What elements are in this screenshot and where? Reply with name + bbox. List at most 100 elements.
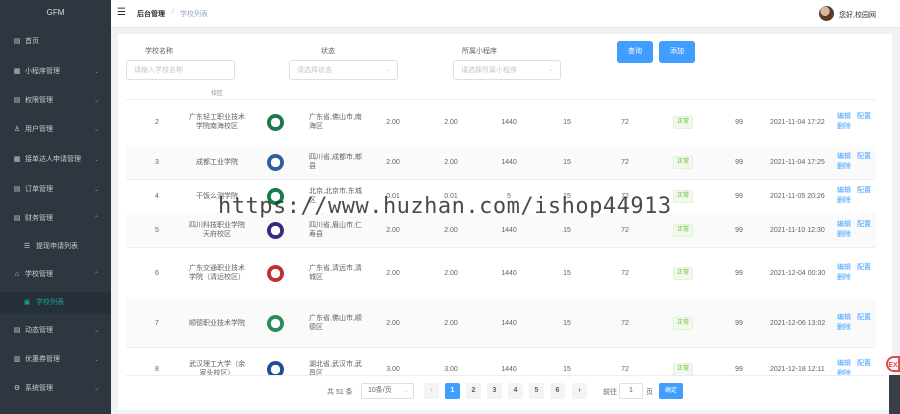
status-badge: 正常 (672, 155, 693, 169)
edit-link[interactable]: 编辑 (837, 314, 851, 321)
menu-toggle-icon[interactable]: ☰ (117, 8, 126, 18)
cell-school-name-text: 成都工业学院 (196, 158, 238, 166)
delete-link[interactable]: 删除 (837, 163, 851, 170)
sidebar-item-2[interactable]: ▦ 小程序管理 ⌄ (0, 61, 111, 83)
cell-operations: 编辑 配置 删除 (837, 247, 881, 299)
school-name-input[interactable] (127, 61, 234, 79)
cell-value-2-text: 2.00 (444, 226, 458, 234)
school-name-label: 学校名称 (145, 48, 173, 55)
query-button[interactable]: 查询 (617, 41, 653, 63)
delete-link[interactable]: 删除 (837, 231, 851, 238)
cell-value-1-text: 3.00 (386, 365, 400, 373)
status-badge: 正常 (672, 266, 693, 280)
delete-link[interactable]: 删除 (837, 123, 851, 130)
cell-value-5: 72 (596, 213, 654, 247)
sidebar-item-10[interactable]: ▣ 学校列表 (0, 292, 111, 314)
config-link[interactable]: 配置 (857, 187, 871, 194)
sidebar-item-11[interactable]: ▤ 动态管理 ⌄ (0, 320, 111, 342)
config-link[interactable]: 配置 (857, 113, 871, 120)
sidebar-item-label: 系统管理 (25, 385, 53, 392)
row-actions: 编辑 配置 删除 (837, 152, 877, 172)
school-name-field[interactable] (126, 60, 235, 80)
sidebar-item-6[interactable]: ▤ 订单管理 ⌄ (0, 179, 111, 201)
sidebar-item-5[interactable]: ▦ 接单达人申请管理 ⌄ (0, 149, 111, 171)
edit-link[interactable]: 编辑 (837, 221, 851, 228)
breadcrumb-root[interactable]: 后台管理 (137, 9, 165, 19)
row-actions-line: 编辑 配置 (837, 112, 877, 122)
cell-value-3-text: 1440 (501, 365, 517, 373)
page-button-4[interactable]: 4 (508, 383, 523, 399)
cell-value-4-text: 15 (563, 319, 571, 327)
page-button-3[interactable]: 3 (487, 383, 502, 399)
page-button-1[interactable]: 1 (445, 383, 460, 399)
side-floating-badge[interactable]: EX (886, 356, 900, 372)
chevron-down-icon: ⌄ (403, 388, 408, 394)
page-button-5[interactable]: 5 (529, 383, 544, 399)
sidebar-item-8[interactable]: ☰ 提现申请列表 (0, 236, 111, 258)
cell-created-time-text: 2021-11-04 17:25 (770, 158, 825, 166)
school-logo-image (266, 153, 284, 171)
cell-region: 北京,北京市,东城区 (309, 179, 364, 213)
sidebar-item-3[interactable]: ▤ 权限管理 ⌄ (0, 90, 111, 112)
sidebar-item-13[interactable]: ⚙ 系统管理 ⌄ (0, 378, 111, 400)
page-button-2[interactable]: 2 (466, 383, 481, 399)
cell-status: 正常 (654, 179, 712, 213)
sidebar-item-1[interactable]: ▤ 首页 (0, 31, 111, 53)
row-actions: 编辑 配置 删除 (837, 263, 877, 283)
sidebar-item-12[interactable]: ▥ 优惠券管理 ⌄ (0, 349, 111, 371)
prev-page-button[interactable]: ‹ (424, 383, 439, 399)
config-link[interactable]: 配置 (857, 314, 871, 321)
sidebar-item-7[interactable]: ▤ 财务管理 ⌃ (0, 208, 111, 230)
program-select[interactable]: ⌄ (453, 60, 561, 80)
cell-created-time: 2021-12-04 00:30 (770, 247, 826, 299)
cell-value-4-text: 15 (563, 118, 571, 126)
cell-school-name: 广东交通职业技术学院（清远校区） (188, 247, 246, 299)
cell-value-2-text: 2.00 (444, 118, 458, 126)
config-link[interactable]: 配置 (857, 153, 871, 160)
avatar[interactable] (819, 6, 834, 21)
cell-value-4: 15 (538, 347, 596, 375)
config-link[interactable]: 配置 (857, 264, 871, 271)
cell-value-1-text: 0.01 (386, 192, 400, 200)
delete-link[interactable]: 删除 (837, 197, 851, 204)
edit-link[interactable]: 编辑 (837, 360, 851, 367)
edit-link[interactable]: 编辑 (837, 264, 851, 271)
table-row: 5 四川科技职业学院天府校区 四川省,眉山市,仁寿县 2.00 2.00 1440 15 72… (126, 213, 876, 248)
status-select-input[interactable] (290, 61, 397, 79)
page-button-6[interactable]: 6 (550, 383, 565, 399)
cell-value-3-text: 1440 (501, 226, 517, 234)
cell-created-time: 2021-11-04 17:22 (770, 99, 826, 145)
edit-link[interactable]: 编辑 (837, 153, 851, 160)
next-page-button[interactable]: › (572, 383, 587, 399)
status-select[interactable]: ⌄ (289, 60, 398, 80)
sidebar-item-label: 用户管理 (25, 126, 53, 133)
cell-value-3-text: 1440 (501, 319, 517, 327)
breadcrumb-current: 学校列表 (180, 11, 208, 18)
cell-value-3-text: 1440 (501, 118, 517, 126)
config-link[interactable]: 配置 (857, 221, 871, 228)
cell-value-4: 15 (538, 299, 596, 347)
config-link[interactable]: 配置 (857, 360, 871, 367)
page-size-select[interactable]: 10条/页 ⌄ (361, 383, 414, 399)
add-button[interactable]: 添加 (659, 41, 695, 63)
list-icon: ☰ (23, 243, 31, 250)
chevron-icon: ⌃ (93, 216, 99, 222)
cell-school-name: 顺德职业技术学院 (188, 299, 246, 347)
row-actions: 编辑 配置 删除 (837, 186, 877, 206)
delete-link[interactable]: 删除 (837, 370, 851, 375)
sidebar-item-label: 财务管理 (25, 215, 53, 222)
user-greeting[interactable]: 您好,校园网 (839, 10, 876, 20)
edit-link[interactable]: 编辑 (837, 113, 851, 120)
chevron-down-icon: ⌄ (384, 67, 390, 73)
school-list-icon: ▣ (23, 299, 31, 306)
sidebar-item-9[interactable]: ⌂ 学校管理 ⌃ (0, 264, 111, 286)
sidebar-item-4[interactable]: ♙ 用户管理 ⌄ (0, 119, 111, 141)
cell-id: 3 (126, 145, 188, 179)
delete-link[interactable]: 删除 (837, 324, 851, 331)
delete-link[interactable]: 删除 (837, 274, 851, 281)
edit-link[interactable]: 编辑 (837, 187, 851, 194)
cell-id: 6 (126, 247, 188, 299)
goto-confirm-button[interactable]: 确定 (659, 383, 683, 399)
goto-page-input[interactable]: 1 (619, 383, 643, 399)
program-select-input[interactable] (454, 61, 560, 79)
